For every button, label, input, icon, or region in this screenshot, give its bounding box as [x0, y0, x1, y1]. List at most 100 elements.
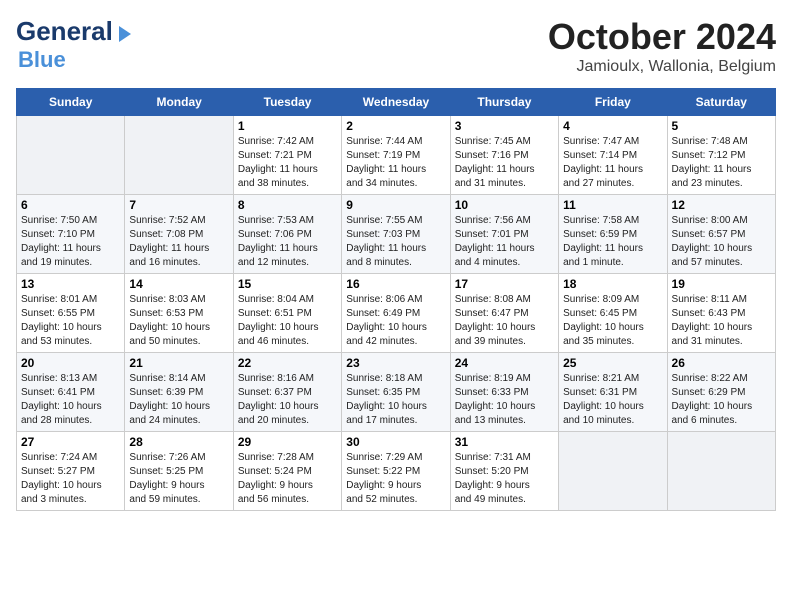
- weekday-sunday: Sunday: [17, 89, 125, 116]
- day-number: 14: [129, 277, 228, 291]
- weekday-thursday: Thursday: [450, 89, 558, 116]
- day-number: 7: [129, 198, 228, 212]
- calendar-cell: 14 Sunrise: 8:03 AM Sunset: 6:53 PM Dayli…: [125, 274, 233, 353]
- day-info: Sunrise: 8:19 AM Sunset: 6:33 PM Dayligh…: [455, 372, 554, 428]
- month-title: October 2024: [548, 16, 776, 58]
- day-info: Sunrise: 7:48 AM Sunset: 7:12 PM Dayligh…: [672, 135, 771, 191]
- calendar-cell: 15Sunrise: 8:04 AM Sunset: 6:51 PM Dayli…: [233, 274, 341, 353]
- day-number: 25: [563, 356, 662, 370]
- day-number: 28: [129, 435, 228, 449]
- calendar-week-1: 1 Sunrise: 7:42 AM Sunset: 7:21 PM Daylig…: [17, 116, 776, 195]
- calendar-cell: 24 Sunrise: 8:19 AM Sunset: 6:33 PM Dayli…: [450, 353, 558, 432]
- day-number: 1: [238, 119, 337, 133]
- day-number: 21: [129, 356, 228, 370]
- location-title: Jamioulx, Wallonia, Belgium: [548, 58, 776, 76]
- day-number: 31: [455, 435, 554, 449]
- day-info: Sunrise: 8:06 AM Sunset: 6:49 PM Dayligh…: [346, 293, 445, 349]
- calendar-cell: 16 Sunrise: 8:06 AM Sunset: 6:49 PM Dayli…: [342, 274, 450, 353]
- day-number: 16: [346, 277, 445, 291]
- day-info: Sunrise: 7:28 AM Sunset: 5:24 PM Dayligh…: [238, 451, 337, 507]
- day-number: 4: [563, 119, 662, 133]
- calendar-cell: 29 Sunrise: 7:28 AM Sunset: 5:24 PM Dayli…: [233, 432, 341, 511]
- day-info: Sunrise: 8:14 AM Sunset: 6:39 PM Dayligh…: [129, 372, 228, 428]
- calendar: SundayMondayTuesdayWednesdayThursdayFrid…: [16, 88, 776, 511]
- day-number: 10: [455, 198, 554, 212]
- day-number: 3: [455, 119, 554, 133]
- weekday-tuesday: Tuesday: [233, 89, 341, 116]
- day-info: Sunrise: 7:29 AM Sunset: 5:22 PM Dayligh…: [346, 451, 445, 507]
- day-number: 11: [563, 198, 662, 212]
- calendar-cell: 27 Sunrise: 7:24 AM Sunset: 5:27 PM Dayli…: [17, 432, 125, 511]
- day-number: 27: [21, 435, 120, 449]
- calendar-cell: 5 Sunrise: 7:48 AM Sunset: 7:12 PM Daylig…: [667, 116, 775, 195]
- day-info: Sunrise: 7:58 AM Sunset: 6:59 PM Dayligh…: [563, 214, 662, 270]
- day-info: Sunrise: 7:42 AM Sunset: 7:21 PM Dayligh…: [238, 135, 337, 191]
- day-number: 20: [21, 356, 120, 370]
- day-info: Sunrise: 8:18 AM Sunset: 6:35 PM Dayligh…: [346, 372, 445, 428]
- weekday-friday: Friday: [559, 89, 667, 116]
- day-info: Sunrise: 7:24 AM Sunset: 5:27 PM Dayligh…: [21, 451, 120, 507]
- calendar-cell: 7Sunrise: 7:52 AM Sunset: 7:08 PM Daylig…: [125, 195, 233, 274]
- day-number: 23: [346, 356, 445, 370]
- day-number: 24: [455, 356, 554, 370]
- day-info: Sunrise: 7:55 AM Sunset: 7:03 PM Dayligh…: [346, 214, 445, 270]
- day-info: Sunrise: 8:21 AM Sunset: 6:31 PM Dayligh…: [563, 372, 662, 428]
- day-number: 2: [346, 119, 445, 133]
- day-number: 9: [346, 198, 445, 212]
- calendar-cell: 28 Sunrise: 7:26 AM Sunset: 5:25 PM Dayli…: [125, 432, 233, 511]
- calendar-cell: 25 Sunrise: 8:21 AM Sunset: 6:31 PM Dayli…: [559, 353, 667, 432]
- calendar-cell: [125, 116, 233, 195]
- calendar-cell: 26Sunrise: 8:22 AM Sunset: 6:29 PM Dayli…: [667, 353, 775, 432]
- day-number: 6: [21, 198, 120, 212]
- calendar-week-2: 6Sunrise: 7:50 AM Sunset: 7:10 PM Daylig…: [17, 195, 776, 274]
- calendar-cell: [559, 432, 667, 511]
- day-info: Sunrise: 8:03 AM Sunset: 6:53 PM Dayligh…: [129, 293, 228, 349]
- day-number: 13: [21, 277, 120, 291]
- calendar-cell: 20 Sunrise: 8:13 AM Sunset: 6:41 PM Dayli…: [17, 353, 125, 432]
- title-area: October 2024 Jamioulx, Wallonia, Belgium: [548, 16, 776, 76]
- day-number: 22: [238, 356, 337, 370]
- day-number: 18: [563, 277, 662, 291]
- day-info: Sunrise: 8:08 AM Sunset: 6:47 PM Dayligh…: [455, 293, 554, 349]
- calendar-cell: 22 Sunrise: 8:16 AM Sunset: 6:37 PM Dayli…: [233, 353, 341, 432]
- day-info: Sunrise: 8:04 AM Sunset: 6:51 PM Dayligh…: [238, 293, 337, 349]
- day-info: Sunrise: 8:11 AM Sunset: 6:43 PM Dayligh…: [672, 293, 771, 349]
- day-number: 17: [455, 277, 554, 291]
- logo-blue: Blue: [18, 47, 66, 73]
- calendar-cell: 19 Sunrise: 8:11 AM Sunset: 6:43 PM Dayli…: [667, 274, 775, 353]
- day-info: Sunrise: 7:53 AM Sunset: 7:06 PM Dayligh…: [238, 214, 337, 270]
- calendar-cell: 9 Sunrise: 7:55 AM Sunset: 7:03 PM Daylig…: [342, 195, 450, 274]
- calendar-cell: [667, 432, 775, 511]
- day-info: Sunrise: 8:01 AM Sunset: 6:55 PM Dayligh…: [21, 293, 120, 349]
- calendar-cell: 13 Sunrise: 8:01 AM Sunset: 6:55 PM Dayli…: [17, 274, 125, 353]
- calendar-cell: 17 Sunrise: 8:08 AM Sunset: 6:47 PM Dayli…: [450, 274, 558, 353]
- calendar-cell: 23 Sunrise: 8:18 AM Sunset: 6:35 PM Dayli…: [342, 353, 450, 432]
- calendar-cell: 12Sunrise: 8:00 AM Sunset: 6:57 PM Dayli…: [667, 195, 775, 274]
- weekday-monday: Monday: [125, 89, 233, 116]
- calendar-cell: 30Sunrise: 7:29 AM Sunset: 5:22 PM Dayli…: [342, 432, 450, 511]
- weekday-header-row: SundayMondayTuesdayWednesdayThursdayFrid…: [17, 89, 776, 116]
- calendar-week-5: 27 Sunrise: 7:24 AM Sunset: 5:27 PM Dayli…: [17, 432, 776, 511]
- calendar-cell: 10Sunrise: 7:56 AM Sunset: 7:01 PM Dayli…: [450, 195, 558, 274]
- calendar-cell: [17, 116, 125, 195]
- day-info: Sunrise: 7:44 AM Sunset: 7:19 PM Dayligh…: [346, 135, 445, 191]
- day-number: 8: [238, 198, 337, 212]
- day-info: Sunrise: 7:31 AM Sunset: 5:20 PM Dayligh…: [455, 451, 554, 507]
- day-info: Sunrise: 8:16 AM Sunset: 6:37 PM Dayligh…: [238, 372, 337, 428]
- calendar-cell: 31 Sunrise: 7:31 AM Sunset: 5:20 PM Dayli…: [450, 432, 558, 511]
- calendar-cell: 4Sunrise: 7:47 AM Sunset: 7:14 PM Daylig…: [559, 116, 667, 195]
- day-number: 29: [238, 435, 337, 449]
- calendar-week-4: 20 Sunrise: 8:13 AM Sunset: 6:41 PM Dayli…: [17, 353, 776, 432]
- calendar-cell: 21 Sunrise: 8:14 AM Sunset: 6:39 PM Dayli…: [125, 353, 233, 432]
- day-info: Sunrise: 7:26 AM Sunset: 5:25 PM Dayligh…: [129, 451, 228, 507]
- calendar-cell: 3Sunrise: 7:45 AM Sunset: 7:16 PM Daylig…: [450, 116, 558, 195]
- calendar-cell: 1 Sunrise: 7:42 AM Sunset: 7:21 PM Daylig…: [233, 116, 341, 195]
- day-number: 5: [672, 119, 771, 133]
- logo-arrow-icon: [119, 26, 131, 42]
- calendar-cell: 6Sunrise: 7:50 AM Sunset: 7:10 PM Daylig…: [17, 195, 125, 274]
- calendar-week-3: 13 Sunrise: 8:01 AM Sunset: 6:55 PM Dayli…: [17, 274, 776, 353]
- weekday-saturday: Saturday: [667, 89, 775, 116]
- day-number: 26: [672, 356, 771, 370]
- day-info: Sunrise: 8:13 AM Sunset: 6:41 PM Dayligh…: [21, 372, 120, 428]
- day-number: 19: [672, 277, 771, 291]
